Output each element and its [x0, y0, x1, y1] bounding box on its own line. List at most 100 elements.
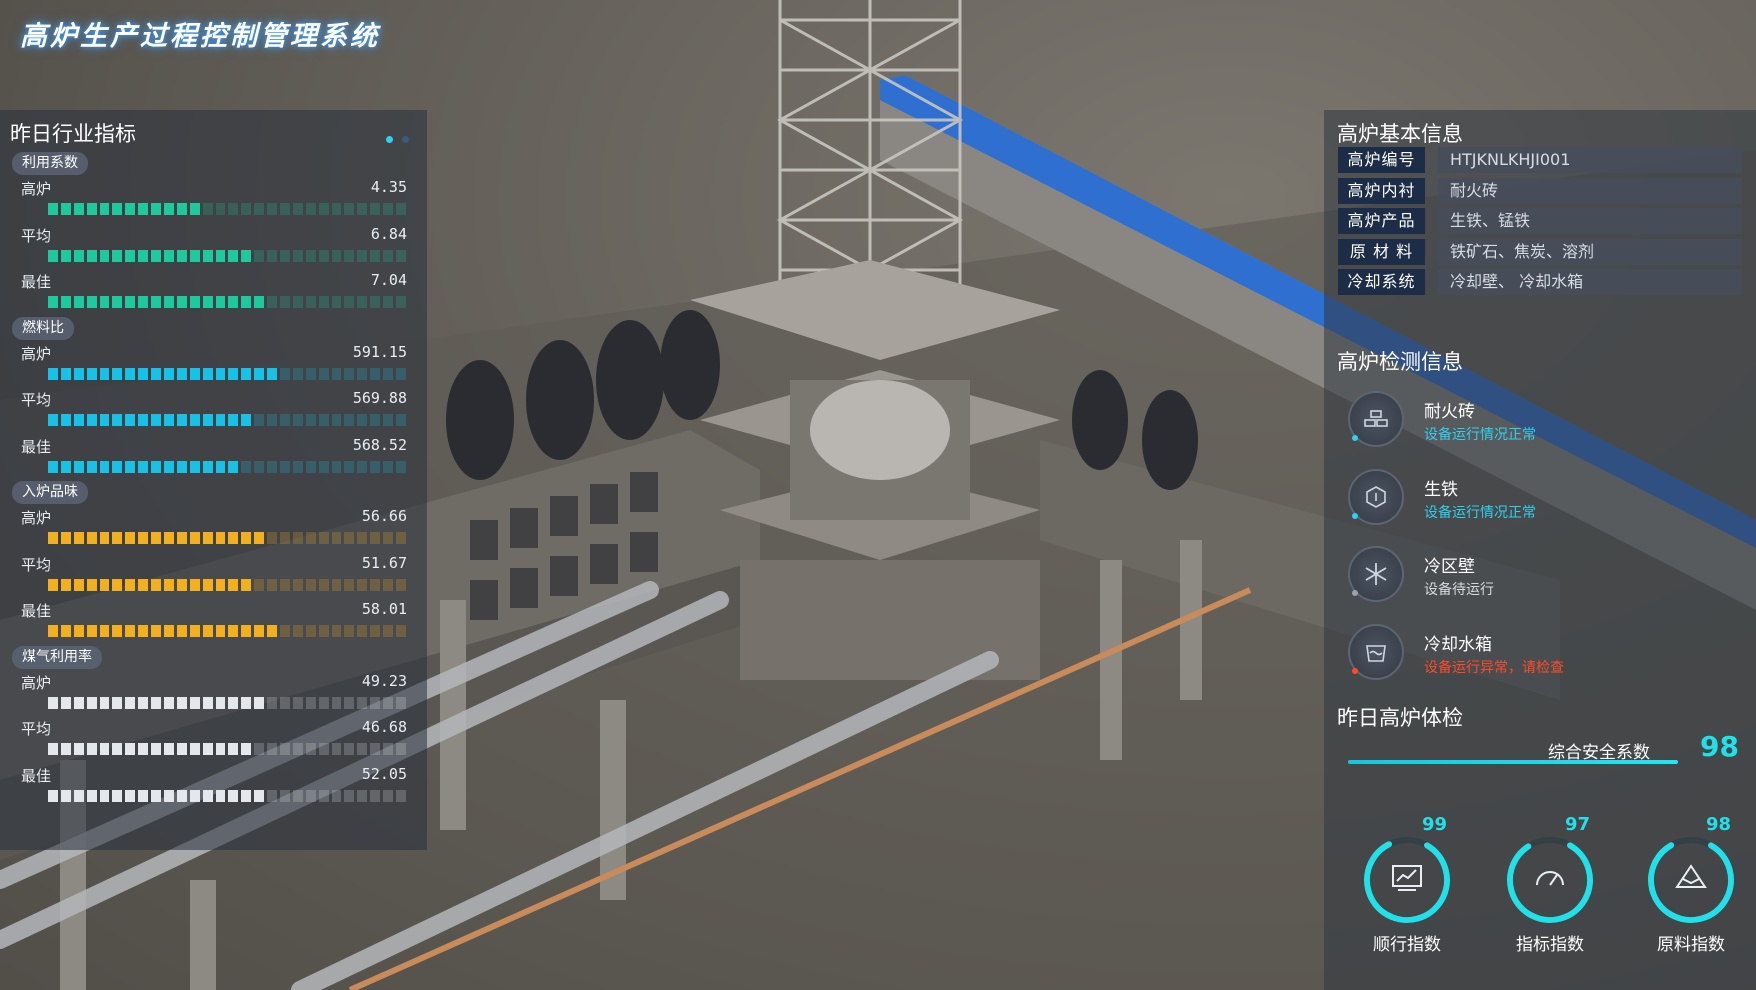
bar-segment	[241, 578, 252, 591]
bar-segment	[305, 743, 316, 755]
bar-segment	[280, 625, 290, 637]
carousel-dot[interactable]	[402, 136, 409, 143]
bar-segment	[241, 532, 252, 544]
bar-segment	[318, 625, 329, 637]
bar-segment	[138, 249, 149, 262]
detection-item[interactable]: 冷区壁 设备待运行	[1338, 542, 1742, 606]
bar-segment	[48, 249, 58, 262]
bar-segment	[164, 460, 174, 473]
bar-segment	[292, 532, 303, 544]
bar-segment	[344, 578, 355, 591]
bar-segment	[241, 296, 252, 308]
bar-segment	[241, 249, 252, 262]
bar-segment	[228, 789, 239, 802]
bar-segment	[99, 578, 110, 591]
bar-segment	[215, 743, 226, 755]
bar-segment	[99, 367, 110, 380]
metric-progress-bar	[48, 460, 406, 473]
bar-segment	[228, 414, 239, 426]
bar-segment	[357, 367, 368, 380]
bar-segment	[318, 578, 329, 591]
bar-segment	[60, 460, 71, 473]
bar-segment	[48, 578, 58, 591]
status-dot	[1352, 512, 1358, 519]
bar-segment	[396, 532, 406, 544]
bar-segment	[112, 249, 123, 262]
bar-segment	[86, 743, 97, 755]
bar-segment	[292, 249, 303, 262]
bar-segment	[202, 743, 213, 755]
detection-item[interactable]: 生铁 设备运行情况正常	[1338, 465, 1742, 529]
bar-segment	[48, 296, 58, 308]
bar-segment	[112, 414, 123, 426]
bar-segment	[138, 414, 149, 426]
bar-segment	[176, 414, 187, 426]
bar-segment	[125, 532, 136, 544]
bar-segment	[318, 203, 329, 215]
bar-segment	[228, 296, 239, 308]
bar-segment	[215, 532, 226, 544]
carousel-dots[interactable]	[382, 128, 409, 147]
bar-segment	[305, 367, 316, 380]
detection-item[interactable]: 耐火砖 设备运行情况正常	[1338, 387, 1742, 451]
bar-segment	[86, 789, 97, 802]
bar-segment	[254, 743, 265, 755]
industry-metrics-panel: 昨日行业指标 利用系数 高炉 4.35 平均 6.84 最佳 7.04 燃料比 高炉 591.15…	[0, 110, 427, 850]
bar-segment	[176, 743, 187, 755]
bar-segment	[344, 696, 355, 709]
bar-segment	[202, 625, 213, 637]
bar-segment	[125, 696, 136, 709]
metric-row: 平均 569.88	[0, 386, 427, 433]
status-dot	[1352, 590, 1358, 596]
bar-segment	[60, 696, 71, 709]
bar-segment	[318, 249, 329, 262]
bar-segment	[383, 743, 394, 755]
detection-item[interactable]: 冷却水箱 设备运行异常，请检查	[1338, 620, 1742, 684]
carousel-dot-active[interactable]	[385, 136, 393, 143]
gauge-value: 98	[1706, 814, 1732, 835]
bar-segment	[228, 367, 239, 380]
bar-segment	[60, 789, 71, 802]
bar-segment	[396, 625, 406, 637]
bar-segment	[99, 743, 110, 755]
bar-segment	[318, 532, 329, 544]
bar-segment	[318, 696, 329, 709]
bar-segment	[396, 460, 406, 473]
bar-segment	[151, 367, 162, 380]
bar-segment	[215, 367, 226, 380]
bar-segment	[357, 414, 368, 426]
bar-segment	[125, 460, 136, 473]
bar-segment	[138, 296, 149, 308]
bar-segment	[396, 578, 406, 591]
bar-segment	[254, 625, 265, 637]
bar-segment	[138, 696, 149, 709]
bar-segment	[280, 203, 290, 215]
bar-segment	[267, 460, 278, 473]
bar-segment	[73, 532, 84, 544]
bar-segment	[189, 414, 200, 426]
bar-segment	[383, 532, 394, 544]
bar-segment	[305, 532, 316, 544]
bar-segment	[267, 625, 278, 637]
bar-segment	[86, 625, 97, 637]
bar-segment	[73, 696, 84, 709]
bar-segment	[254, 460, 265, 473]
gauge-label: 指标指数	[1516, 935, 1584, 955]
basic-info-value: 生铁、锰铁	[1438, 208, 1742, 234]
bar-segment	[176, 367, 187, 380]
index-gauge: 97 指标指数	[1495, 810, 1605, 960]
bar-segment	[86, 367, 97, 380]
metric-group-tag: 煤气利用率	[12, 645, 102, 669]
bar-segment	[48, 743, 58, 755]
bar-segment	[344, 625, 355, 637]
bar-segment	[60, 296, 71, 308]
bar-segment	[60, 578, 71, 591]
bar-segment	[112, 460, 123, 473]
metric-group: 利用系数 高炉 4.35 平均 6.84 最佳 7.04	[0, 152, 427, 315]
bar-segment	[138, 625, 149, 637]
bar-segment	[396, 296, 406, 308]
bar-segment	[383, 414, 394, 426]
bar-segment	[383, 696, 394, 709]
metric-value: 46.68	[361, 718, 407, 736]
detection-name: 冷却水箱	[1424, 634, 1492, 655]
